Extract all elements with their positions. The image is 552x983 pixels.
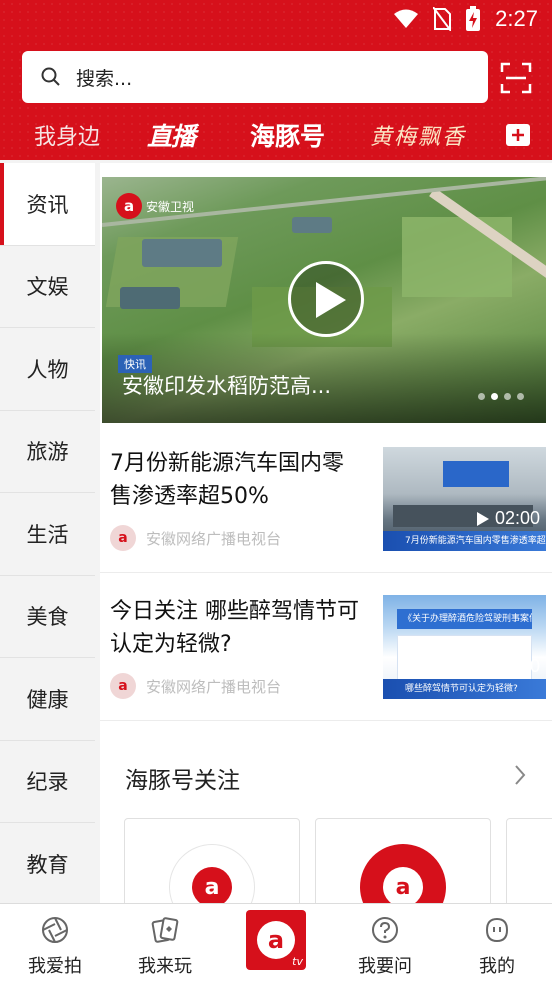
tab-label: 直播 (147, 122, 196, 151)
news-thumbnail[interactable]: 02:00 7月份新能源汽车国内零售渗透率超50% (383, 447, 546, 551)
tab-label: 黄梅飘香 (370, 125, 467, 150)
carousel-dots (478, 393, 524, 400)
scan-icon[interactable] (500, 62, 532, 94)
source-name: 安徽网络广播电视台 (146, 677, 282, 696)
category-item-entertainment[interactable]: 文娱 (0, 246, 95, 328)
dolphin-account-card[interactable] (506, 818, 552, 903)
category-label: 美食 (26, 605, 69, 630)
news-source: a 安徽网络广播电视台 (110, 525, 281, 551)
carousel-dot[interactable] (517, 393, 524, 400)
hero-video-card[interactable]: a 安徽卫视 快讯 安徽印发水稻防范高... (102, 177, 546, 423)
no-sim-icon (433, 7, 452, 31)
tab-label: 海豚号 (250, 122, 326, 151)
dolphin-follow-title: 海豚号关注 (125, 768, 240, 794)
tab-live[interactable]: 直播 (147, 110, 196, 160)
source-logo-icon: a (110, 673, 136, 699)
nav-label: 我要问 (358, 956, 412, 977)
watermark-text: 安徽卫视 (146, 199, 195, 214)
anhui-logo-icon: a (257, 921, 295, 959)
news-title: 7月份新能源汽车国内零售渗透率超50% (110, 451, 344, 509)
video-duration: 02:00 (476, 508, 540, 529)
play-button[interactable] (288, 261, 364, 337)
category-label: 旅游 (26, 440, 69, 465)
source-name: 安徽网络广播电视台 (146, 529, 282, 548)
news-thumbnail[interactable]: 《关于办理醉酒危险驾驶刑事案件的意见》 02:00 哪些醉驾情节可认定为轻微? (383, 595, 546, 699)
thumbnail-headline: 《关于办理醉酒危险驾驶刑事案件的意见》 (397, 609, 532, 629)
category-label: 文娱 (26, 275, 69, 300)
category-item-education[interactable]: 教育 (0, 823, 95, 906)
tab-label: 我身边 (34, 125, 101, 150)
category-item-news[interactable]: 资讯 (0, 163, 95, 246)
video-duration: 02:00 (476, 656, 540, 677)
question-icon (372, 917, 398, 943)
news-item[interactable]: 7月份新能源汽车国内零售渗透率超50% a 安徽网络广播电视台 02:00 7月… (100, 425, 552, 573)
nav-item-play[interactable]: 我来玩 (110, 904, 220, 983)
nav-label: 我爱拍 (28, 956, 82, 977)
category-item-health[interactable]: 健康 (0, 658, 95, 741)
search-input[interactable]: 搜索... (22, 51, 488, 103)
channel-tabs: 我身边 直播 海豚号 黄梅飘香 (0, 110, 552, 160)
category-label: 教育 (26, 852, 69, 877)
aperture-icon (42, 917, 68, 943)
category-sidebar: 资讯 文娱 人物 旅游 生活 美食 健康 纪录 教育 (0, 163, 95, 906)
battery-charging-icon (466, 6, 481, 31)
status-time: 2:27 (495, 6, 538, 31)
category-item-life[interactable]: 生活 (0, 493, 95, 576)
nav-item-ask[interactable]: 我要问 (330, 904, 440, 983)
nav-label: 我的 (479, 956, 515, 977)
profile-icon (485, 917, 509, 943)
chevron-right-icon[interactable] (513, 763, 527, 787)
news-title: 今日关注 哪些醉驾情节可认定为轻微? (110, 599, 359, 657)
category-label: 资讯 (26, 192, 69, 217)
screen-shape (443, 461, 509, 487)
bottom-nav: 我爱拍 我来玩 a tv 我要问 我的 (0, 903, 552, 983)
play-icon (316, 282, 346, 318)
wifi-icon (394, 9, 419, 28)
duration-text: 02:00 (494, 508, 540, 528)
tab-dolphin[interactable]: 海豚号 (250, 110, 325, 160)
search-icon (40, 66, 62, 88)
category-label: 健康 (26, 687, 69, 712)
anhui-logo-icon: a (383, 867, 423, 903)
hero-title: 安徽印发水稻防范高... (122, 374, 332, 398)
account-avatar: a (169, 844, 255, 903)
carousel-dot-active[interactable] (491, 393, 498, 400)
category-item-documentary[interactable]: 纪录 (0, 741, 95, 823)
status-bar: 2:27 (0, 0, 552, 40)
anhui-tv-logo[interactable]: a tv (246, 910, 306, 970)
category-label: 生活 (26, 522, 69, 547)
dolphin-account-card[interactable]: a (315, 818, 491, 903)
play-icon (476, 511, 489, 526)
content-feed: a 安徽卫视 快讯 安徽印发水稻防范高... 7月份新能源汽车国内零售渗透率超5… (100, 163, 552, 903)
source-logo-icon: a (110, 525, 136, 551)
account-avatar: a (360, 844, 446, 903)
thumbnail-caption: 7月份新能源汽车国内零售渗透率超50% (383, 531, 546, 551)
nav-label: 我来玩 (138, 956, 192, 977)
category-item-people[interactable]: 人物 (0, 328, 95, 411)
anhui-tv-logo-icon: a (116, 193, 142, 219)
anhui-logo-icon: a (192, 867, 232, 903)
category-label: 纪录 (26, 770, 69, 795)
app-header: 2:27 搜索... 我身边 直播 海豚号 黄梅飘香 (0, 0, 552, 160)
tab-huangmei[interactable]: 黄梅飘香 (370, 110, 466, 160)
carousel-dot[interactable] (504, 393, 511, 400)
nav-item-profile[interactable]: 我的 (442, 904, 552, 983)
category-item-food[interactable]: 美食 (0, 576, 95, 658)
nav-item-shoot[interactable]: 我爱拍 (0, 904, 110, 983)
carousel-dot[interactable] (478, 393, 485, 400)
duration-text: 02:00 (494, 656, 540, 676)
cards-icon (151, 917, 179, 943)
thumbnail-caption: 哪些醉驾情节可认定为轻微? (383, 679, 546, 699)
anhui-tv-watermark: a 安徽卫视 (116, 193, 194, 219)
tab-nearby[interactable]: 我身边 (34, 110, 100, 160)
news-item[interactable]: 今日关注 哪些醉驾情节可认定为轻微? a 安徽网络广播电视台 《关于办理醉酒危险… (100, 573, 552, 721)
category-label: 人物 (26, 357, 69, 382)
play-icon (476, 659, 489, 674)
category-item-travel[interactable]: 旅游 (0, 411, 95, 493)
add-channel-icon[interactable] (505, 123, 531, 147)
news-source: a 安徽网络广播电视台 (110, 673, 281, 699)
search-placeholder: 搜索... (76, 67, 133, 90)
dolphin-account-card[interactable]: a (124, 818, 300, 903)
